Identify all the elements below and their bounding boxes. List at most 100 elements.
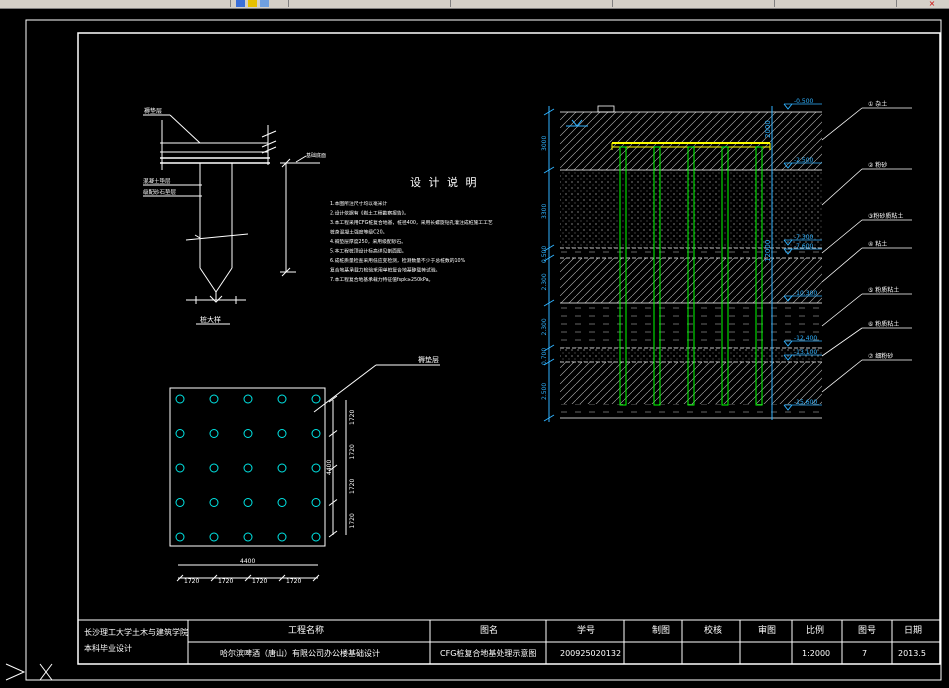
sheet-number: 7 <box>862 649 868 658</box>
plan-outline <box>169 387 326 547</box>
section-thickness: 3000 <box>541 136 548 151</box>
plan-pile <box>175 463 185 473</box>
plan-pile <box>209 463 219 473</box>
pile-label-mid2: 级配砂石垫层 <box>143 188 177 196</box>
plan-pile <box>277 429 287 438</box>
plan-pile <box>277 532 287 542</box>
notes-line: 7.本工程复合地基承载力特征值fspk≥250kPa。 <box>330 276 433 283</box>
notes-line: 3.本工程采用CFG桩复合地基，桩径400，采用长螺旋钻孔灌注成桩施工工艺 <box>330 219 493 226</box>
section-elevation: -0.500 <box>794 98 814 105</box>
notes-line: 4.褥垫层厚度250，采用级配砂石。 <box>330 238 406 245</box>
design-notes: 设 计 说 明 1.本图所注尺寸均以毫米计 2.设计依据有《岩土工程勘察报告》。 3… <box>330 175 493 283</box>
pile-plan: 褥垫层 1720 1720 1720 1720 4400 1720 1720 1720 172… <box>169 355 440 585</box>
plan-pile <box>243 394 253 404</box>
plan-pile <box>243 498 253 507</box>
soil-section: 3000 3300 0.500 2.300 2.300 0.700 2.500 -0.500… <box>541 98 912 422</box>
plan-dim-bottom-total: 4400 <box>240 558 255 565</box>
section-elevation: -15.600 <box>794 399 817 406</box>
plan-pile <box>277 463 287 473</box>
plan-pile <box>209 394 219 404</box>
plan-label: 褥垫层 <box>418 355 439 364</box>
notes-line: 1.本图所注尺寸均以毫米计 <box>330 200 388 207</box>
scale-value: 1:2000 <box>802 649 831 658</box>
title-block: 长沙理工大学土木与建筑学院 本科毕业设计 工程名称 哈尔滨啤酒（唐山）有限公司办… <box>78 620 940 664</box>
checked-header: 校核 <box>704 626 723 636</box>
project-name: 哈尔滨啤酒（唐山）有限公司办公楼基础设计 <box>220 649 380 658</box>
plan-pile <box>243 463 253 473</box>
plan-pile <box>175 394 185 404</box>
layer-label: ① 杂土 <box>868 100 887 108</box>
pile-label-top: 褥垫层 <box>144 107 162 115</box>
reviewed-header: 审图 <box>758 626 777 636</box>
drawing-canvas[interactable]: 褥垫层 基础底面 混凝土垫层 级配砂石垫层 桩大样 设 计 说 明 1.本图所注… <box>0 0 949 688</box>
plan-dim-right: 1720 <box>349 479 356 494</box>
plan-dim-total-right: 4400 <box>326 460 333 475</box>
drawn-header: 制图 <box>652 626 671 636</box>
plan-pile <box>311 429 321 438</box>
student-id-header: 学号 <box>577 626 596 636</box>
section-thickness: 0.700 <box>541 348 548 365</box>
plan-pile <box>175 498 185 507</box>
layer-label: ⑤ 粉质粘土 <box>868 286 899 294</box>
pile-length-dim: 12000 <box>764 240 772 262</box>
layer-label: ⑦ 细粉砂 <box>868 352 893 360</box>
section-thickness: 2.500 <box>541 383 548 400</box>
plan-pile <box>243 429 253 438</box>
section-thickness: 0.500 <box>541 246 548 263</box>
plan-pile <box>277 394 287 404</box>
plan-pile <box>311 463 321 473</box>
plan-pile <box>175 532 185 542</box>
plan-pile <box>277 498 287 507</box>
plan-dim-bottom: 1720 <box>184 578 199 585</box>
scale-header: 比例 <box>806 626 825 636</box>
plan-dim-bottom: 1720 <box>252 578 267 585</box>
sheet-header: 图号 <box>858 626 877 636</box>
plan-pile <box>311 394 321 404</box>
pile-label-right: 基础底面 <box>306 152 326 159</box>
plan-pile <box>209 532 219 542</box>
plan-dim-right: 1720 <box>349 410 356 425</box>
notes-line: 复合地基承载力检验采用单桩复合地基静载荷试验。 <box>330 267 440 274</box>
student-id: 200925020132 <box>560 649 622 658</box>
project-name-header: 工程名称 <box>288 626 325 636</box>
plan-dim-right: 1720 <box>349 513 356 528</box>
section-thickness: 2.300 <box>541 318 548 335</box>
date-value: 2013.5 <box>898 649 926 658</box>
notes-line: 2.设计依据有《岩土工程勘察报告》。 <box>330 210 409 217</box>
plan-pile <box>311 498 321 507</box>
section-thickness: 2.300 <box>541 273 548 290</box>
section-elevation: -2.500 <box>794 157 814 164</box>
plan-pile <box>209 429 219 438</box>
plan-pile <box>243 532 253 542</box>
plan-dim-right: 1720 <box>349 444 356 459</box>
layer-label: ③粉砂质粘土 <box>868 212 903 220</box>
date-header: 日期 <box>904 626 923 636</box>
section-thickness: 3300 <box>541 204 548 219</box>
plan-dim-bottom: 1720 <box>218 578 233 585</box>
section-elevation: -13.100 <box>794 349 817 356</box>
plan-pile <box>311 532 321 542</box>
layer-label: ④ 粘土 <box>868 240 887 248</box>
notes-line: 桩身混凝土强度等级C20。 <box>330 229 387 236</box>
layer-label: ② 粉砂 <box>868 161 887 169</box>
design-type: 本科毕业设计 <box>84 644 132 653</box>
plan-pile <box>209 498 219 507</box>
section-elevation: -10.300 <box>794 290 817 297</box>
section-elevation: -7.600 <box>794 243 814 250</box>
pile-top-dim: 2000 <box>764 120 772 138</box>
school-name: 长沙理工大学土木与建筑学院 <box>84 628 188 637</box>
plan-dim-bottom: 1720 <box>286 578 301 585</box>
layer-label: ⑥ 粉质粘土 <box>868 320 899 328</box>
section-elevation: -7.300 <box>794 234 814 241</box>
notes-line: 5.本工程桩顶设计标高详见剖面图。 <box>330 248 407 255</box>
ucs-icon <box>5 663 53 681</box>
pile-caption: 桩大样 <box>200 315 221 324</box>
drawing-name: CFG桩复合地基处理示意图 <box>440 649 537 658</box>
notes-title: 设 计 说 明 <box>410 175 479 189</box>
notes-line: 6.成桩质量检查采用低应变检测，检测数量不少于总桩数的10% <box>330 257 466 264</box>
drawing-name-header: 图名 <box>480 626 499 636</box>
plan-pile <box>175 429 185 438</box>
pile-label-mid1: 混凝土垫层 <box>143 177 171 185</box>
pile-detail: 褥垫层 基础底面 混凝土垫层 级配砂石垫层 桩大样 <box>143 107 326 325</box>
section-elevation: -12.400 <box>794 335 817 342</box>
